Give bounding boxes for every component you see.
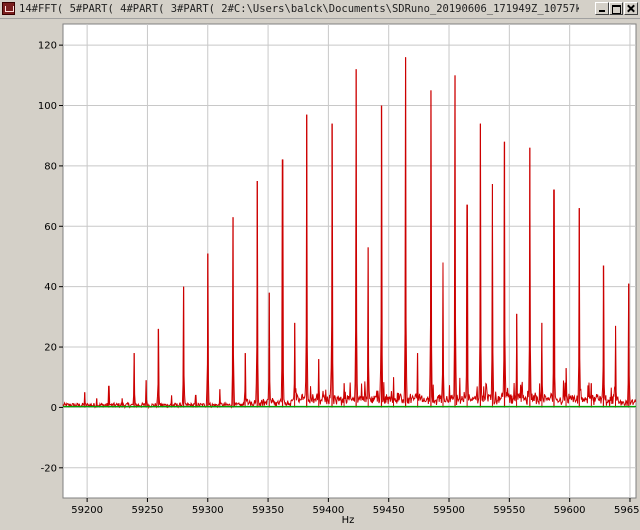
window-title: 14#FFT( 5#PART( 4#PART( 3#PART( 2#C:\Use…: [19, 3, 579, 15]
title-bar[interactable]: 14#FFT( 5#PART( 4#PART( 3#PART( 2#C:\Use…: [0, 0, 640, 19]
y-tick-label: 0: [51, 403, 57, 414]
minimize-icon[interactable]: [595, 2, 609, 15]
spectrum-chart: -20020406080100120 59200 59250 59300 59350 5…: [38, 23, 640, 526]
y-tick-labels: -20 0 20 40 60 80 100 120: [38, 41, 57, 475]
x-tick-label: 59350: [252, 505, 284, 516]
y-tick-label: 60: [44, 222, 57, 233]
x-tick-label: 59500: [433, 505, 465, 516]
x-axis-label: Hz: [342, 515, 355, 526]
y-tick-label: 120: [38, 41, 57, 52]
x-tick-label: 59450: [373, 505, 405, 516]
y-tick-label: 20: [44, 343, 57, 354]
x-tick-label: 59300: [192, 505, 224, 516]
analyzer-window: 14#FFT( 5#PART( 4#PART( 3#PART( 2#C:\Use…: [0, 0, 640, 530]
x-tick-labels: 59200 59250 59300 59350 59400 59450 59500 59550…: [71, 505, 640, 516]
x-tick-label: 59650: [614, 505, 640, 516]
plot-area: [62, 23, 637, 499]
y-tick-label: -20: [41, 463, 57, 474]
x-tick-label: 59550: [493, 505, 525, 516]
close-icon[interactable]: [624, 2, 638, 15]
x-tick-label: 59250: [132, 505, 164, 516]
x-tick-label: 59200: [71, 505, 103, 516]
x-tick-label: 59400: [312, 505, 344, 516]
y-tick-label: 80: [44, 161, 57, 172]
y-tick-label: 100: [38, 101, 57, 112]
x-tick-label: 59600: [554, 505, 586, 516]
spectrum-app-icon[interactable]: [2, 2, 15, 15]
maximize-icon[interactable]: [609, 2, 623, 15]
y-tick-label: 40: [44, 282, 57, 293]
